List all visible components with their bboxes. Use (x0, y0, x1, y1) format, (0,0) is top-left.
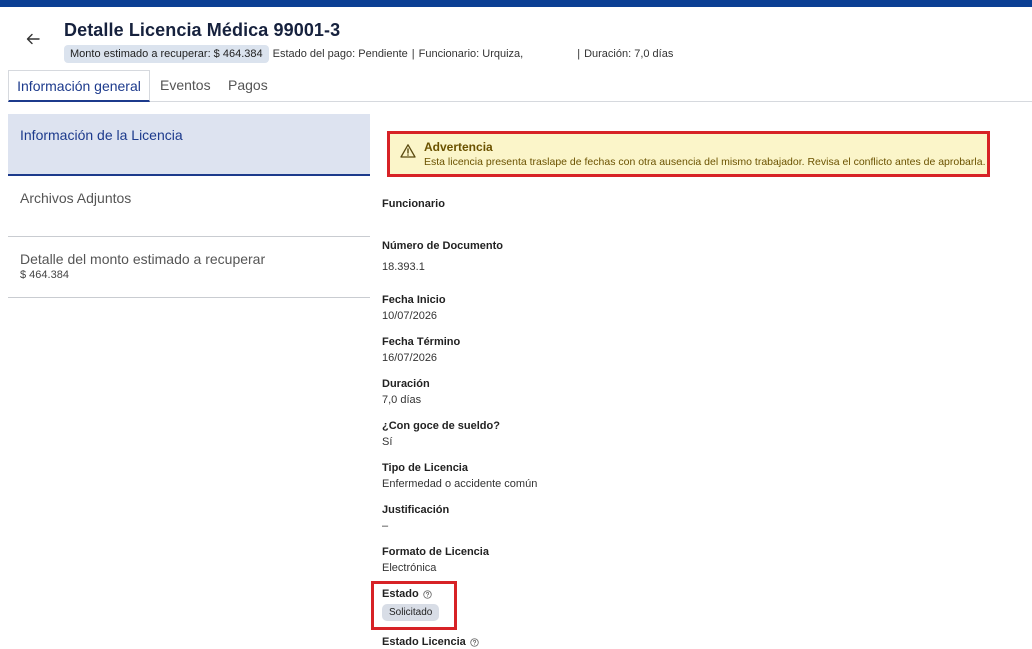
warning-title: Advertencia (424, 140, 493, 154)
status-badge: Solicitado (382, 604, 440, 621)
field-label: Tipo de Licencia (382, 462, 468, 474)
duration-text: Duración: 7,0 días (584, 47, 674, 60)
field-estado-licencia: Estado Licencia (382, 636, 479, 648)
field-label-text: Estado Licencia (382, 636, 466, 648)
field-label: Funcionario (382, 198, 445, 210)
tab-eventos[interactable]: Eventos (160, 70, 211, 102)
help-circle-icon[interactable] (423, 589, 432, 599)
field-label: Fecha Término (382, 336, 461, 348)
field-label: Formato de Licencia (382, 546, 489, 558)
field-value: 10/07/2026 (382, 310, 438, 322)
section-nav: Información de la Licencia Archivos Adju… (8, 114, 370, 298)
field-value: 7,0 días (382, 394, 422, 406)
tab-bar: Información general Eventos Pagos (8, 70, 1032, 102)
field-fecha-termino: Fecha Término 16/07/2026 (382, 336, 460, 364)
nav-item-amount: $ 464.384 (20, 269, 69, 281)
nav-item-label: Detalle del monto estimado a recuperar (20, 251, 266, 267)
back-button[interactable] (22, 28, 44, 50)
field-value: 16/07/2026 (382, 352, 438, 364)
header-summary: Monto estimado a recuperar: $ 464.384 Es… (64, 44, 673, 63)
field-value: Sí (382, 436, 393, 448)
help-circle-icon[interactable] (470, 637, 479, 647)
field-label: Justificación (382, 504, 450, 516)
separator: | (577, 47, 581, 60)
warning-triangle-icon (400, 144, 416, 158)
official-text: Funcionario: Urquiza, (418, 47, 524, 60)
field-justificacion: Justificación – (382, 504, 449, 532)
amount-chip: Monto estimado a recuperar: $ 464.384 (64, 44, 269, 63)
field-label: Estado Licencia (382, 636, 479, 648)
field-funcionario: Funcionario (382, 198, 445, 214)
field-value: – (382, 520, 389, 532)
field-estado: Estado Solicitado (382, 588, 440, 621)
nav-item-label: Información de la Licencia (20, 127, 183, 143)
nav-item-detalle-monto[interactable]: Detalle del monto estimado a recuperar $… (8, 237, 370, 298)
field-label: Duración (382, 378, 430, 390)
field-value: Enfermedad o accidente común (382, 478, 538, 490)
page-title: Detalle Licencia Médica 99001-3 (64, 20, 341, 40)
field-goce-sueldo: ¿Con goce de sueldo? Sí (382, 420, 500, 448)
warning-text: Esta licencia presenta traslape de fecha… (424, 156, 986, 168)
nav-item-informacion-licencia[interactable]: Información de la Licencia (8, 114, 370, 176)
field-label: ¿Con goce de sueldo? (382, 420, 500, 432)
tab-pagos[interactable]: Pagos (228, 70, 268, 102)
field-value: Electrónica (382, 562, 437, 574)
field-duracion: Duración 7,0 días (382, 378, 430, 406)
field-label: Número de Documento (382, 240, 504, 252)
nav-item-label: Archivos Adjuntos (20, 190, 132, 206)
field-label-text: Estado (382, 588, 419, 600)
arrow-left-icon (26, 33, 40, 45)
field-value: 18.393.1 (382, 261, 425, 273)
field-label: Estado (382, 588, 439, 600)
nav-item-archivos-adjuntos[interactable]: Archivos Adjuntos (8, 176, 370, 237)
field-fecha-inicio: Fecha Inicio 10/07/2026 (382, 294, 446, 322)
field-label: Fecha Inicio (382, 294, 446, 306)
separator: | (411, 47, 415, 60)
field-formato-licencia: Formato de Licencia Electrónica (382, 546, 489, 574)
field-numero-documento: Número de Documento 18.393.1 (382, 240, 503, 273)
payment-status-text: Estado del pago: Pendiente (272, 47, 408, 60)
top-accent-bar (0, 0, 1032, 7)
tab-informacion-general[interactable]: Información general (8, 70, 150, 102)
field-tipo-licencia: Tipo de Licencia Enfermedad o accidente … (382, 462, 537, 490)
warning-alert: Advertencia Esta licencia presenta trasl… (387, 131, 990, 177)
